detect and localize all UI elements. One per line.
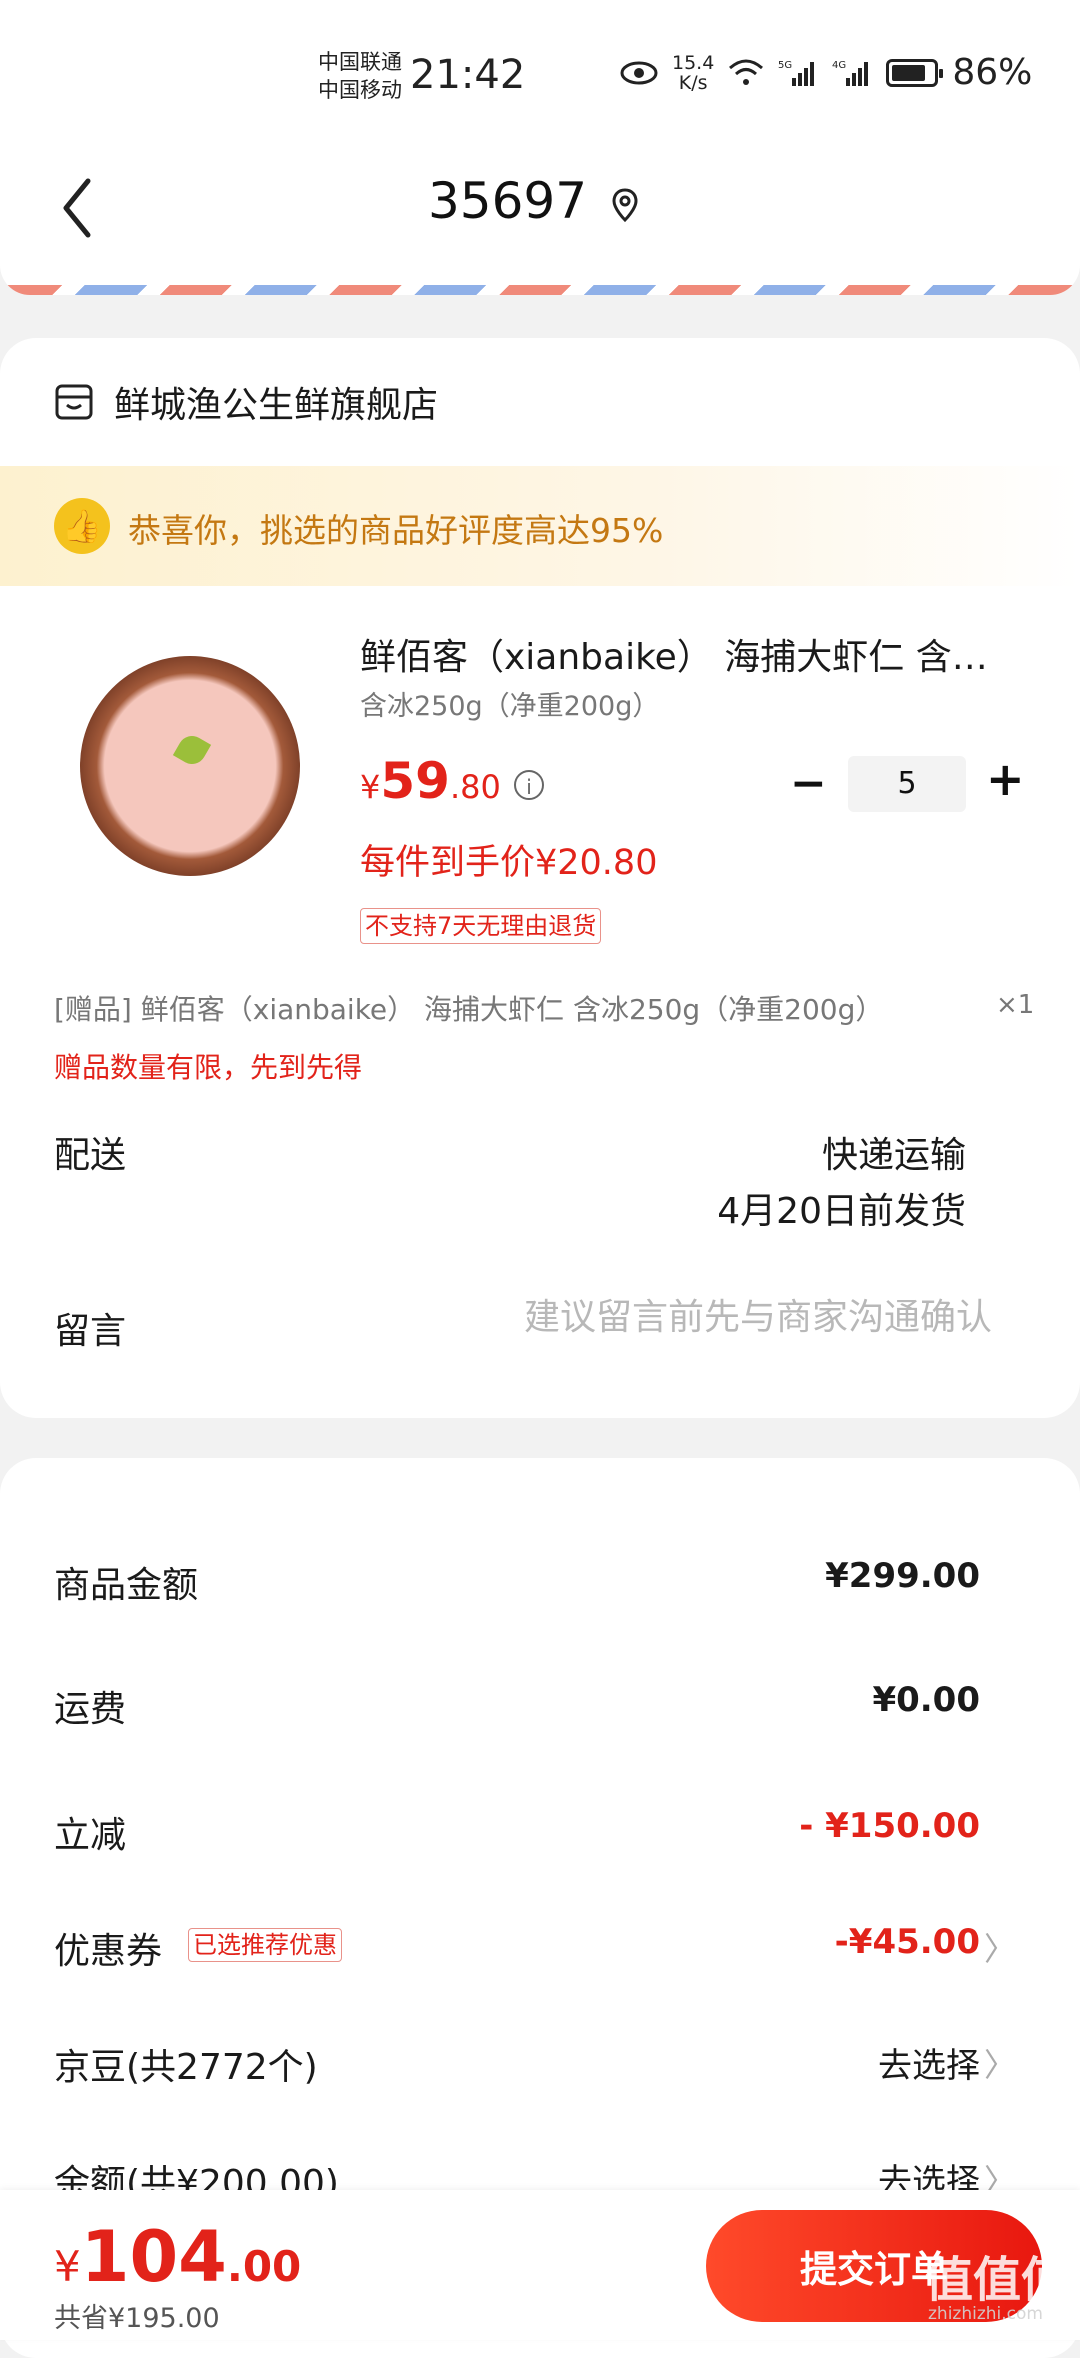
- discount-row: 立减 - ¥150.00: [54, 1806, 980, 1866]
- location-pin-icon[interactable]: [610, 186, 640, 226]
- battery-icon: [886, 58, 944, 87]
- product-image[interactable]: [80, 656, 300, 876]
- quantity-increase-button[interactable]: +: [986, 752, 1025, 806]
- carrier-2: 中国移动: [318, 78, 402, 102]
- gift-quantity: ×1: [996, 990, 1035, 1020]
- page-header: 35697: [0, 150, 1080, 295]
- product-spec: 含冰250g（净重200g）: [360, 691, 660, 722]
- total-saved: 共省¥195.00: [54, 2303, 220, 2334]
- quantity-field[interactable]: 5: [848, 756, 966, 812]
- carrier-labels: 中国联通 中国移动: [318, 48, 402, 104]
- chevron-right-icon: 〉: [983, 1930, 1016, 1968]
- checkout-bar: ¥104.00 共省¥195.00 提交订单: [0, 2190, 1080, 2340]
- back-button[interactable]: [58, 173, 98, 243]
- message-input[interactable]: [470, 1296, 994, 1339]
- net-speed-value: 15.4: [672, 51, 715, 74]
- svg-text:4G: 4G: [832, 60, 846, 71]
- goods-amount-label: 商品金额: [54, 1565, 199, 1606]
- shop-icon: [55, 384, 93, 420]
- jd-beans-label: 京豆(共2772个): [54, 2047, 318, 2088]
- clock: 21:42: [410, 52, 526, 98]
- page-title[interactable]: 35697: [428, 172, 587, 230]
- chevron-left-icon: [63, 178, 91, 238]
- coupon-value: -¥45.00: [834, 1922, 980, 1962]
- svg-text:5G: 5G: [778, 60, 792, 71]
- thumbs-up-icon: 👍: [54, 498, 110, 554]
- info-icon[interactable]: i: [514, 770, 544, 800]
- price-decimal: .80: [449, 768, 501, 806]
- return-policy-tag: 不支持7天无理由退货: [360, 908, 602, 944]
- rating-banner-text: 恭喜你，挑选的商品好评度高达95%: [128, 511, 664, 550]
- shipping-method[interactable]: 快递运输: [822, 1126, 966, 1178]
- gift-note: 赠品数量有限，先到先得: [54, 1051, 363, 1084]
- product-price: ¥59.80: [360, 752, 501, 810]
- price-integer: 59: [380, 752, 450, 810]
- shipping-fee-value: ¥0.00: [872, 1680, 980, 1720]
- rating-banner: 👍 恭喜你，挑选的商品好评度高达95%: [0, 466, 1080, 586]
- unit-price: 每件到手价¥20.80: [360, 843, 658, 883]
- order-card: 鲜城渔公生鲜旗舰店 👍 恭喜你，挑选的商品好评度高达95% 鲜佰客（xianba…: [0, 338, 1080, 1418]
- goods-amount-row: 商品金额 ¥299.00: [54, 1556, 980, 1616]
- coupon-row[interactable]: 优惠券 已选推荐优惠 -¥45.00 〉: [54, 1922, 1016, 1982]
- wifi-icon: [729, 59, 764, 85]
- total-currency: ¥: [54, 2242, 81, 2291]
- goods-amount-value: ¥299.00: [825, 1556, 980, 1596]
- shipping-fee-label: 运费: [54, 1689, 127, 1730]
- jd-beans-row[interactable]: 京豆(共2772个) 去选择 〉: [54, 2038, 1016, 2098]
- shipping-date: 4月20日前发货: [717, 1191, 966, 1232]
- message-label: 留言: [54, 1311, 127, 1352]
- net-speed: 15.4 K/s: [672, 53, 714, 93]
- coupon-label: 优惠券: [54, 1931, 163, 1972]
- signal-4g-icon: 4G: [832, 60, 869, 86]
- shop-header[interactable]: 鲜城渔公生鲜旗舰店: [54, 376, 438, 428]
- jd-beans-value: 去选择: [878, 2046, 980, 2086]
- shipping-fee-row: 运费 ¥0.00: [54, 1680, 980, 1740]
- signal-5g-icon: 5G: [778, 60, 815, 86]
- watermark-logo: 值值值: [925, 2252, 1070, 2308]
- net-speed-unit: K/s: [678, 71, 708, 94]
- watermark-url: zhizhizhi.com: [928, 2304, 1043, 2324]
- gift-item: [赠品] 鲜佰客（xianbaike） 海捕大虾仁 含冰250g（净重200g）: [54, 993, 884, 1026]
- quantity-decrease-button[interactable]: −: [790, 758, 827, 809]
- product-title[interactable]: 鲜佰客（xianbaike） 海捕大虾仁 含…: [360, 628, 1020, 680]
- status-bar: 中国联通 中国移动 21:42 15.4 K/s 5G 4G 86%: [0, 0, 1080, 150]
- total-integer: 104: [80, 2216, 227, 2298]
- shipping-label: 配送: [54, 1135, 127, 1176]
- total-decimal: .00: [226, 2242, 302, 2291]
- coupon-tag: 已选推荐优惠: [188, 1928, 342, 1962]
- airmail-border: [0, 285, 1080, 295]
- discount-label: 立减: [54, 1815, 127, 1856]
- eye-icon: [620, 61, 658, 84]
- carrier-1: 中国联通: [318, 50, 402, 74]
- shop-name: 鲜城渔公生鲜旗舰店: [114, 385, 439, 426]
- discount-value: - ¥150.00: [799, 1806, 980, 1846]
- battery-percent: 86%: [952, 52, 1033, 93]
- total-price: ¥104.00: [54, 2216, 301, 2298]
- price-currency: ¥: [360, 768, 381, 806]
- chevron-right-icon: 〉: [983, 2046, 1016, 2084]
- status-icons: 15.4 K/s 5G 4G 86%: [620, 52, 1032, 93]
